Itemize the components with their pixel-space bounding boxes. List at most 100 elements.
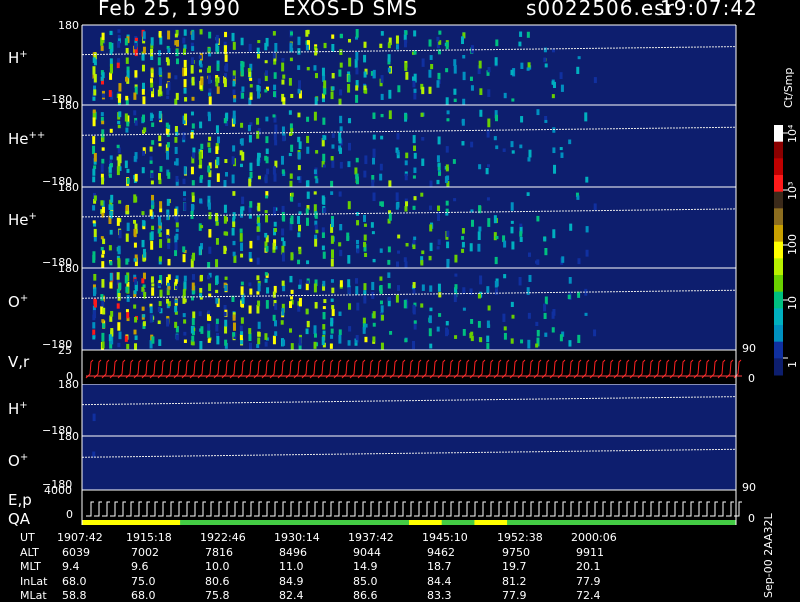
spectrogram-cell bbox=[117, 292, 121, 301]
spectrogram-cell bbox=[257, 337, 261, 345]
spectrogram-cell bbox=[306, 280, 310, 284]
spectrogram-cell bbox=[576, 66, 580, 74]
spectrogram-cell bbox=[224, 54, 228, 62]
spectrogram-cell bbox=[322, 280, 326, 287]
spectrogram-cell bbox=[430, 64, 434, 70]
spectrogram-cell bbox=[110, 310, 114, 317]
spectrogram-cell bbox=[297, 48, 301, 55]
spectrogram-cell bbox=[215, 43, 219, 52]
spectrogram-cell bbox=[232, 75, 236, 80]
spectrogram-cell bbox=[273, 221, 277, 227]
spectrogram-cell bbox=[175, 334, 179, 341]
spectrogram-cell bbox=[412, 306, 416, 315]
spectrogram-cell bbox=[109, 72, 113, 80]
spectrogram-cell bbox=[569, 223, 573, 231]
spectrogram-cell bbox=[290, 144, 294, 152]
spectrogram-cell bbox=[101, 120, 105, 125]
spectrogram-cell bbox=[428, 69, 432, 78]
spectrogram-cell bbox=[157, 57, 161, 66]
spectrogram-cell bbox=[313, 333, 317, 338]
spectrogram-cell bbox=[102, 93, 106, 98]
spectrogram-cell bbox=[100, 45, 104, 51]
spectrogram-cell bbox=[191, 318, 195, 326]
spectrogram-cell bbox=[322, 251, 326, 259]
species-label-O: O+ bbox=[8, 292, 29, 311]
spectrogram-cell bbox=[149, 146, 153, 152]
spectrogram-cell bbox=[338, 147, 342, 154]
spectrogram-cell bbox=[421, 87, 425, 95]
spectrogram-cell bbox=[208, 246, 212, 254]
spectrogram-cell bbox=[412, 282, 416, 288]
spectrogram-cell bbox=[232, 89, 236, 95]
spectrogram-cell bbox=[265, 156, 269, 164]
colorbar-tick-label: 1 bbox=[786, 361, 799, 368]
spectrogram-cell bbox=[543, 312, 547, 320]
spectrogram-cell bbox=[403, 34, 407, 41]
spectrogram-cell bbox=[102, 238, 106, 245]
spectrogram-cell bbox=[403, 299, 407, 309]
spectrogram-cell bbox=[321, 232, 325, 239]
orbit-cell: 1922:46 bbox=[200, 531, 246, 544]
spectrogram-cell bbox=[174, 161, 178, 166]
spectrogram-cell bbox=[290, 192, 294, 197]
spectrogram-cell bbox=[380, 342, 384, 351]
spectrogram-cell bbox=[371, 231, 375, 235]
spectrogram-cell bbox=[93, 228, 97, 238]
spectrogram-cell bbox=[356, 220, 360, 226]
spectrogram-cell bbox=[101, 129, 105, 138]
spectrogram-cell bbox=[116, 62, 120, 69]
spectrogram-cell bbox=[362, 327, 366, 334]
spectrogram-cell bbox=[174, 279, 178, 284]
spectrogram-cell bbox=[413, 30, 417, 37]
spectrogram-cell bbox=[323, 80, 327, 89]
spectrogram-cell bbox=[412, 239, 416, 245]
spectrogram-cell bbox=[421, 284, 425, 291]
spectrogram-cell bbox=[479, 88, 483, 96]
spectrogram-cell bbox=[339, 115, 343, 124]
spectrogram-cell bbox=[167, 172, 171, 179]
spectrogram-cell bbox=[231, 174, 235, 184]
spectrogram-cell bbox=[150, 48, 154, 58]
spectrogram-cell bbox=[404, 30, 408, 35]
spectrogram-cell bbox=[438, 30, 442, 35]
spectrogram-cell bbox=[593, 329, 597, 337]
spectrogram-cell bbox=[493, 136, 497, 141]
spectrogram-cell bbox=[223, 215, 227, 224]
spectrogram-cell bbox=[486, 335, 490, 343]
spectrogram-cell bbox=[494, 256, 498, 265]
spectrogram-cell bbox=[520, 62, 524, 69]
spectrogram-cell bbox=[223, 204, 227, 213]
spectrogram-cell bbox=[347, 287, 351, 294]
spectrogram-cell bbox=[527, 312, 531, 319]
spectrogram-cell bbox=[315, 178, 319, 184]
spectrogram-cell bbox=[363, 223, 367, 227]
qa-segment bbox=[409, 520, 443, 525]
spectrogram-cell bbox=[561, 256, 565, 263]
spectrogram-cell bbox=[124, 160, 128, 169]
spectrogram-cell bbox=[502, 148, 506, 152]
spectrogram-cell bbox=[240, 331, 244, 335]
spectrogram-cell bbox=[551, 327, 555, 333]
spectrogram-cell bbox=[256, 275, 260, 281]
spectrogram-cell bbox=[200, 225, 204, 229]
spectrogram-cell bbox=[118, 312, 122, 320]
spectrogram-cell bbox=[470, 335, 474, 342]
spectrogram-cell bbox=[273, 91, 277, 98]
spectrogram-cell bbox=[182, 178, 186, 185]
spectrogram-cell bbox=[395, 192, 399, 201]
spectrogram-cell bbox=[92, 254, 96, 263]
spectrogram-cell bbox=[141, 306, 145, 311]
spectrogram-cell bbox=[445, 97, 449, 105]
spectrogram-cell bbox=[264, 174, 268, 184]
spectrogram-cell bbox=[478, 226, 482, 232]
spectrogram-cell bbox=[100, 200, 104, 206]
spectrogram-cell bbox=[436, 36, 440, 42]
species-label-He2: He++ bbox=[8, 129, 46, 148]
spectrogram-cell bbox=[257, 202, 261, 212]
spectrogram-cell bbox=[372, 336, 376, 342]
spectrogram-cell bbox=[298, 297, 302, 307]
spectrogram-cell bbox=[241, 196, 245, 205]
spectrogram-cell bbox=[264, 89, 268, 93]
spectrogram-cell bbox=[282, 339, 286, 346]
spectrogram-cell bbox=[141, 167, 145, 174]
